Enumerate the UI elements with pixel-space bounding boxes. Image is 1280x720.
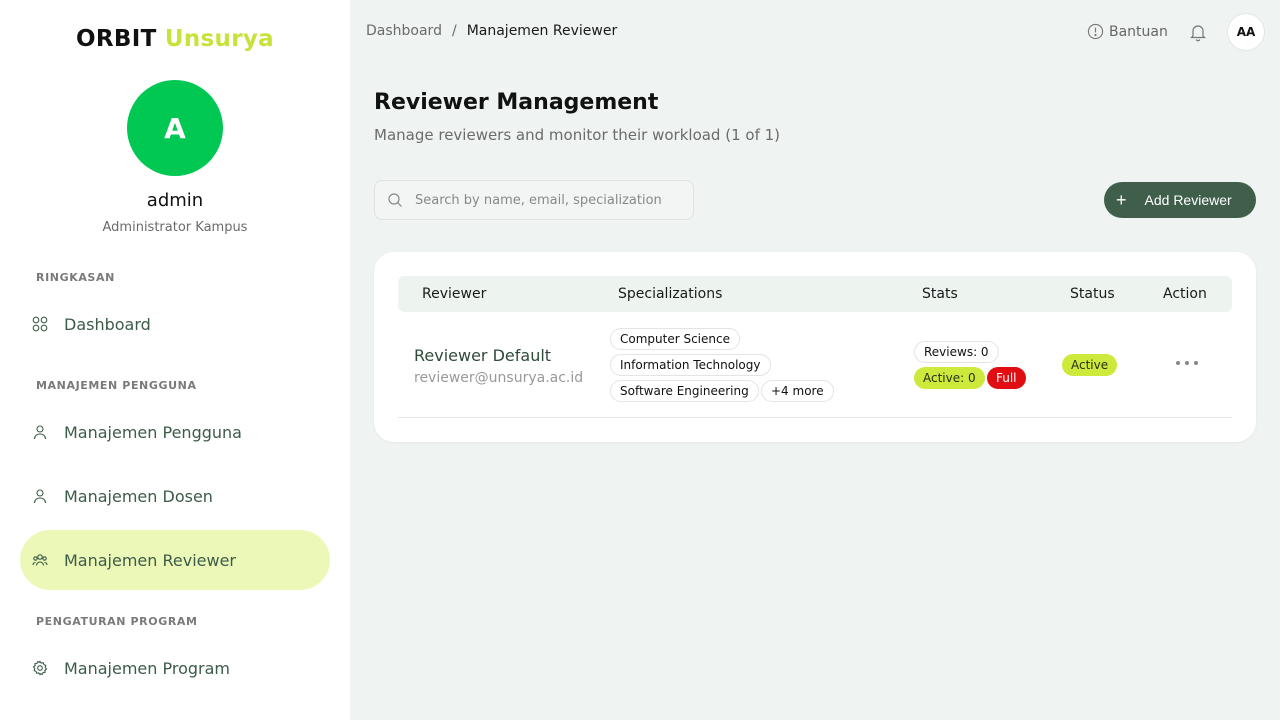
help-label: Bantuan xyxy=(1109,23,1168,40)
sidebar: ORBIT Unsurya A admin Administrator Kamp… xyxy=(0,0,350,720)
more-specializations-tag[interactable]: +4 more xyxy=(761,380,834,402)
user-icon xyxy=(32,488,48,504)
capacity-full-badge: Full xyxy=(987,367,1026,389)
section-title-program-settings: PENGATURAN PROGRAM xyxy=(36,615,198,628)
reviewer-email: reviewer@unsurya.ac.id xyxy=(414,370,584,386)
add-reviewer-label: Add Reviewer xyxy=(1144,192,1232,208)
sidebar-item-label: Manajemen Dosen xyxy=(64,486,213,506)
reviewer-name: Reviewer Default xyxy=(414,346,552,365)
plus-icon: + xyxy=(1116,190,1127,210)
sidebar-item-dashboard[interactable]: Dashboard xyxy=(20,294,330,354)
profile-avatar: A xyxy=(127,80,223,176)
profile-name: admin xyxy=(146,190,204,211)
specialization-tag: Software Engineering xyxy=(610,380,759,402)
help-button[interactable]: Bantuan xyxy=(1087,23,1168,40)
info-icon xyxy=(1087,23,1104,40)
add-reviewer-button[interactable]: + Add Reviewer xyxy=(1104,182,1256,218)
reviews-count-badge: Reviews: 0 xyxy=(914,341,999,363)
sidebar-item-label: Dashboard xyxy=(64,314,151,334)
search-input[interactable] xyxy=(415,192,685,208)
column-header-reviewer: Reviewer xyxy=(422,286,487,302)
sidebar-item-programs[interactable]: Manajemen Program xyxy=(20,638,330,698)
user-icon xyxy=(32,424,48,440)
column-header-stats: Stats xyxy=(922,286,958,302)
reviewer-table-card: Reviewer Specializations Stats Status Ac… xyxy=(374,252,1256,442)
active-count-badge: Active: 0 xyxy=(914,367,985,389)
column-header-status: Status xyxy=(1070,286,1115,302)
status-badge: Active xyxy=(1062,354,1118,376)
breadcrumb-root-link[interactable]: Dashboard xyxy=(366,23,442,39)
sidebar-item-lecturers[interactable]: Manajemen Dosen xyxy=(20,466,330,526)
sidebar-item-reviewers[interactable]: Manajemen Reviewer xyxy=(20,530,330,590)
section-title-summary: RINGKASAN xyxy=(36,271,115,284)
bell-icon[interactable] xyxy=(1188,22,1208,42)
table-header: Reviewer Specializations Stats Status Ac… xyxy=(398,276,1232,312)
brand-logo: ORBIT Unsurya xyxy=(0,26,350,52)
specialization-tag: Information Technology xyxy=(610,354,771,376)
user-avatar-button[interactable]: AA xyxy=(1227,13,1265,51)
profile-role: Administrator Kampus xyxy=(102,220,248,235)
search-icon xyxy=(387,192,415,208)
column-header-action: Action xyxy=(1163,286,1207,302)
users-group-icon xyxy=(32,552,48,568)
more-actions-icon[interactable] xyxy=(1176,356,1198,370)
table-row: Reviewer Default reviewer@unsurya.ac.id … xyxy=(398,312,1232,418)
breadcrumb: Dashboard / Manajemen Reviewer xyxy=(366,23,617,39)
section-title-user-management: MANAJEMEN PENGGUNA xyxy=(36,379,197,392)
column-header-specializations: Specializations xyxy=(618,286,723,302)
grid-icon xyxy=(32,316,48,332)
specialization-tag: Computer Science xyxy=(610,328,740,350)
sidebar-item-label: Manajemen Program xyxy=(64,658,231,678)
sidebar-item-label: Manajemen Pengguna xyxy=(64,422,242,442)
page-title: Reviewer Management xyxy=(374,90,659,115)
sidebar-item-label: Manajemen Reviewer xyxy=(64,550,237,570)
search-box xyxy=(374,180,694,220)
page-subtitle: Manage reviewers and monitor their workl… xyxy=(374,126,781,144)
sidebar-item-users[interactable]: Manajemen Pengguna xyxy=(20,402,330,462)
breadcrumb-separator: / xyxy=(451,23,457,39)
settings-icon xyxy=(32,660,48,676)
breadcrumb-current: Manajemen Reviewer xyxy=(466,23,618,39)
brand-primary: ORBIT xyxy=(76,26,157,52)
brand-secondary: Unsurya xyxy=(164,26,274,52)
